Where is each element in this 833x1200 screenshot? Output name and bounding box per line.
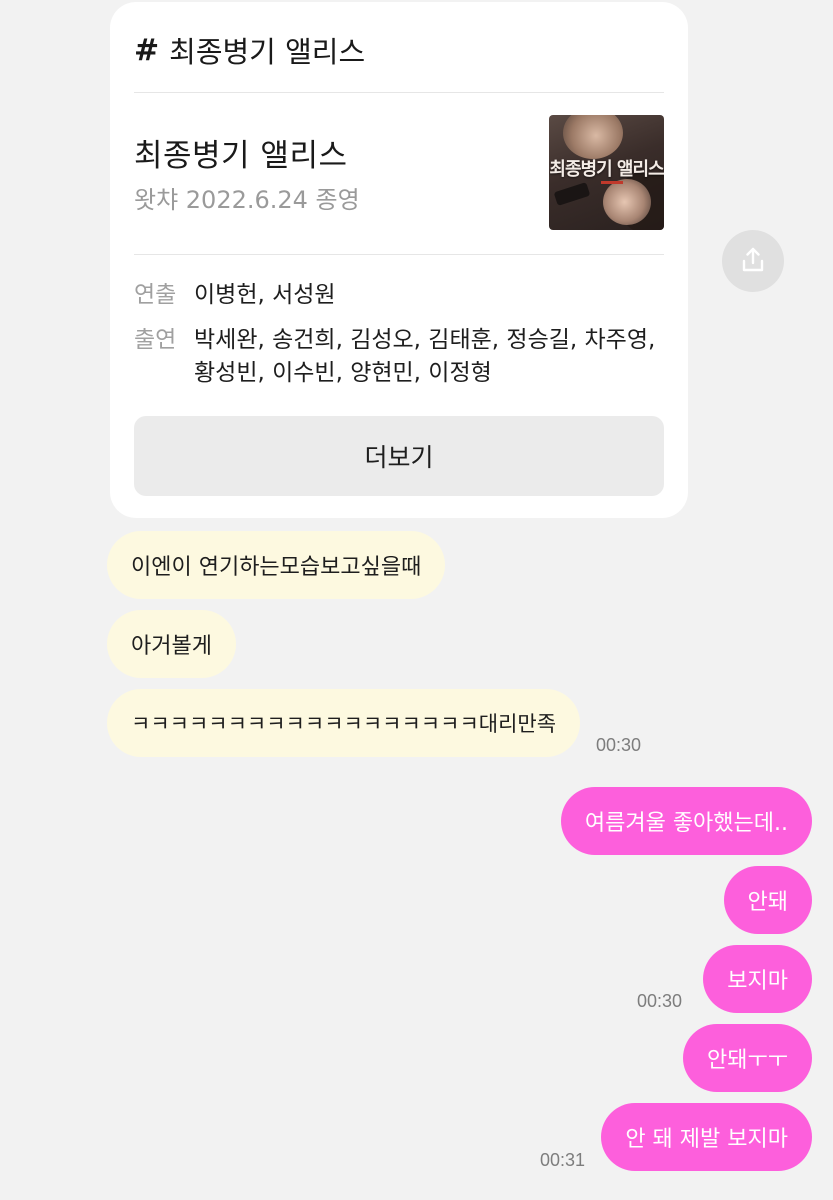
outgoing-message[interactable]: 안돼 bbox=[723, 866, 812, 934]
cast-label: 출연 bbox=[134, 327, 177, 353]
message-text: 여름겨울 좋아했는데.. bbox=[584, 811, 788, 836]
incoming-message[interactable]: ㅋㅋㅋㅋㅋㅋㅋㅋㅋㅋㅋㅋㅋㅋㅋㅋㅋㅋ대리만족 bbox=[107, 689, 581, 757]
hashtag-icon: # bbox=[134, 32, 160, 68]
card-title: 최종병기 앨리스 bbox=[134, 138, 348, 174]
hashtag-text: 최종병기 앨리스 bbox=[169, 35, 366, 69]
message-timestamp: 00:31 bbox=[540, 1150, 586, 1170]
director-row: 연출 이병헌, 서성원 bbox=[134, 279, 666, 312]
poster-accent bbox=[601, 181, 623, 184]
share-card[interactable]: # 최종병기 앨리스 최종병기 앨리스 왓챠 2022.6.24 종영 최종병기… bbox=[110, 2, 688, 518]
poster-title: 최종병기 앨리스 bbox=[549, 159, 664, 180]
message-text: 안돼 bbox=[747, 890, 788, 915]
message-text: 보지마 bbox=[727, 969, 788, 994]
divider bbox=[134, 254, 664, 255]
poster-gun bbox=[553, 182, 591, 206]
message-text: 이엔이 연기하는모습보고싶을때 bbox=[131, 555, 422, 580]
poster-figure bbox=[603, 179, 651, 225]
divider bbox=[134, 92, 664, 93]
poster-image[interactable]: 최종병기 앨리스 bbox=[549, 115, 664, 230]
card-subtitle: 왓챠 2022.6.24 종영 bbox=[134, 186, 360, 214]
share-icon bbox=[742, 247, 764, 272]
cast-value: 박세완, 송건희, 김성오, 김태훈, 정승길, 차주영, 황성빈, 이수빈, … bbox=[194, 327, 656, 386]
share-button[interactable] bbox=[722, 230, 784, 292]
message-text: ㅋㅋㅋㅋㅋㅋㅋㅋㅋㅋㅋㅋㅋㅋㅋㅋㅋㅋ대리만족 bbox=[131, 712, 557, 736]
incoming-message[interactable]: 아거볼게 bbox=[107, 610, 236, 678]
message-text: 안돼ㅜㅜ bbox=[707, 1048, 788, 1073]
message-text: 안 돼 제발 보지마 bbox=[625, 1127, 788, 1152]
outgoing-message[interactable]: 안돼ㅜㅜ bbox=[683, 1024, 812, 1092]
cast-row: 출연 박세완, 송건희, 김성오, 김태훈, 정승길, 차주영, 황성빈, 이수… bbox=[134, 324, 666, 390]
incoming-message[interactable]: 이엔이 연기하는모습보고싶을때 bbox=[107, 531, 446, 599]
more-button[interactable]: 더보기 bbox=[134, 416, 664, 496]
outgoing-message[interactable]: 여름겨울 좋아했는데.. bbox=[560, 787, 812, 855]
message-text: 아거볼게 bbox=[131, 634, 212, 659]
message-timestamp: 00:30 bbox=[637, 991, 683, 1011]
message-timestamp: 00:30 bbox=[596, 735, 642, 755]
poster-figure bbox=[563, 115, 623, 159]
director-label: 연출 bbox=[134, 282, 177, 308]
outgoing-message[interactable]: 보지마 bbox=[703, 945, 812, 1013]
outgoing-message[interactable]: 안 돼 제발 보지마 bbox=[601, 1103, 812, 1171]
card-header: # 최종병기 앨리스 bbox=[134, 30, 664, 70]
director-value: 이병헌, 서성원 bbox=[194, 282, 336, 308]
